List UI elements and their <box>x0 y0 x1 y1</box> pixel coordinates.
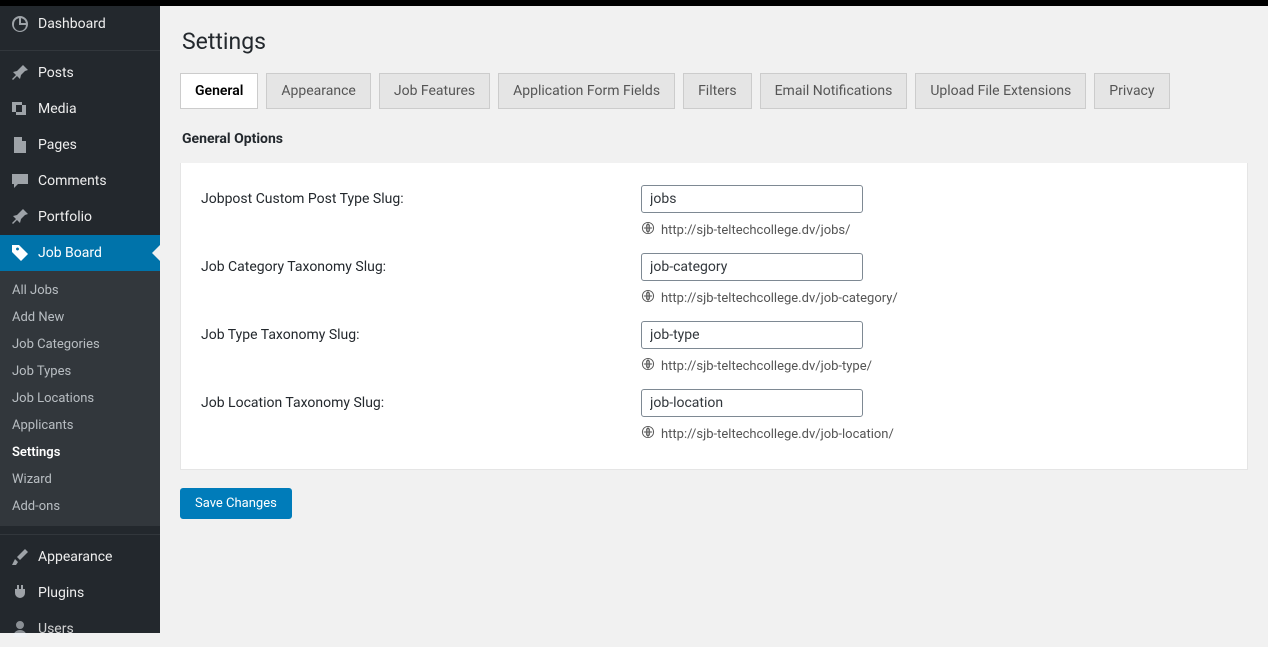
field-label: Job Location Taxonomy Slug: <box>201 389 641 449</box>
page-title: Settings <box>182 28 1248 55</box>
brush-icon <box>10 547 30 567</box>
form-row-type-slug: Job Type Taxonomy Slug: http://sjb-telte… <box>201 313 1227 381</box>
url-hint: http://sjb-teltechcollege.dv/job-type/ <box>641 357 1227 375</box>
url-hint: http://sjb-teltechcollege.dv/jobs/ <box>641 221 1227 239</box>
submenu-item-job-locations[interactable]: Job Locations <box>0 385 160 412</box>
tab-filters[interactable]: Filters <box>683 73 752 109</box>
submenu-item-settings[interactable]: Settings <box>0 439 160 466</box>
page-icon <box>10 135 30 155</box>
sidebar-item-label: Appearance <box>38 549 112 565</box>
sidebar-item-pages[interactable]: Pages <box>0 127 160 163</box>
submenu-item-add-new[interactable]: Add New <box>0 304 160 331</box>
user-icon <box>10 619 30 639</box>
comment-icon <box>10 171 30 191</box>
submenu-item-all-jobs[interactable]: All Jobs <box>0 277 160 304</box>
submenu-item-wizard[interactable]: Wizard <box>0 466 160 493</box>
plug-icon <box>10 583 30 603</box>
form-row-location-slug: Job Location Taxonomy Slug: http://sjb-t… <box>201 381 1227 449</box>
submenu-item-applicants[interactable]: Applicants <box>0 412 160 439</box>
settings-tabs: General Appearance Job Features Applicat… <box>180 73 1248 109</box>
sidebar-item-label: Dashboard <box>38 16 106 32</box>
sidebar-item-users[interactable]: Users <box>0 611 160 647</box>
url-hint: http://sjb-teltechcollege.dv/job-categor… <box>641 289 1227 307</box>
sidebar-item-comments[interactable]: Comments <box>0 163 160 199</box>
field-label: Job Type Taxonomy Slug: <box>201 321 641 381</box>
submenu-item-job-categories[interactable]: Job Categories <box>0 331 160 358</box>
sidebar-item-posts[interactable]: Posts <box>0 55 160 91</box>
sidebar-separator <box>0 530 160 535</box>
url-hint-text: http://sjb-teltechcollege.dv/job-categor… <box>661 291 898 306</box>
sidebar-submenu: All Jobs Add New Job Categories Job Type… <box>0 271 160 526</box>
globe-icon <box>641 289 655 307</box>
location-slug-input[interactable] <box>641 389 863 417</box>
sidebar-item-plugins[interactable]: Plugins <box>0 575 160 611</box>
sidebar-item-label: Comments <box>38 173 107 189</box>
url-hint-text: http://sjb-teltechcollege.dv/job-locatio… <box>661 427 894 442</box>
post-slug-input[interactable] <box>641 185 863 213</box>
url-hint: http://sjb-teltechcollege.dv/job-locatio… <box>641 425 1227 443</box>
sidebar-item-label: Pages <box>38 137 77 153</box>
sidebar-item-label: Media <box>38 101 77 117</box>
field-label: Jobpost Custom Post Type Slug: <box>201 185 641 245</box>
sidebar-item-label: Job Board <box>38 245 102 261</box>
tab-upload-file-extensions[interactable]: Upload File Extensions <box>915 73 1086 109</box>
form-row-post-slug: Jobpost Custom Post Type Slug: http://sj… <box>201 177 1227 245</box>
section-heading: General Options <box>182 131 1248 147</box>
save-button[interactable]: Save Changes <box>180 488 292 519</box>
sidebar-item-label: Plugins <box>38 585 84 601</box>
sidebar-item-label: Users <box>38 621 74 637</box>
globe-icon <box>641 425 655 443</box>
globe-icon <box>641 221 655 239</box>
tab-job-features[interactable]: Job Features <box>379 73 490 109</box>
pin-icon <box>10 63 30 83</box>
globe-icon <box>641 357 655 375</box>
sidebar-item-dashboard[interactable]: Dashboard <box>0 6 160 42</box>
tab-privacy[interactable]: Privacy <box>1094 73 1169 109</box>
pin-icon <box>10 207 30 227</box>
sidebar-item-label: Posts <box>38 65 74 81</box>
sidebar-item-appearance[interactable]: Appearance <box>0 539 160 575</box>
type-slug-input[interactable] <box>641 321 863 349</box>
tab-appearance[interactable]: Appearance <box>266 73 370 109</box>
tab-application-form-fields[interactable]: Application Form Fields <box>498 73 675 109</box>
sidebar-separator <box>0 46 160 51</box>
tab-general[interactable]: General <box>180 73 258 109</box>
admin-sidebar: Dashboard Posts Media Pages Comments Por… <box>0 6 160 633</box>
sidebar-item-media[interactable]: Media <box>0 91 160 127</box>
sidebar-item-job-board[interactable]: Job Board <box>0 235 160 271</box>
dashboard-icon <box>10 14 30 34</box>
submenu-item-job-types[interactable]: Job Types <box>0 358 160 385</box>
submenu-item-add-ons[interactable]: Add-ons <box>0 493 160 520</box>
media-icon <box>10 99 30 119</box>
url-hint-text: http://sjb-teltechcollege.dv/job-type/ <box>661 359 872 374</box>
settings-panel: Jobpost Custom Post Type Slug: http://sj… <box>180 163 1248 470</box>
content-area: Settings General Appearance Job Features… <box>160 6 1268 633</box>
url-hint-text: http://sjb-teltechcollege.dv/jobs/ <box>661 223 851 238</box>
sidebar-item-label: Portfolio <box>38 209 92 225</box>
form-row-category-slug: Job Category Taxonomy Slug: http://sjb-t… <box>201 245 1227 313</box>
tab-email-notifications[interactable]: Email Notifications <box>760 73 908 109</box>
field-label: Job Category Taxonomy Slug: <box>201 253 641 313</box>
sidebar-item-portfolio[interactable]: Portfolio <box>0 199 160 235</box>
category-slug-input[interactable] <box>641 253 863 281</box>
tag-icon <box>10 243 30 263</box>
